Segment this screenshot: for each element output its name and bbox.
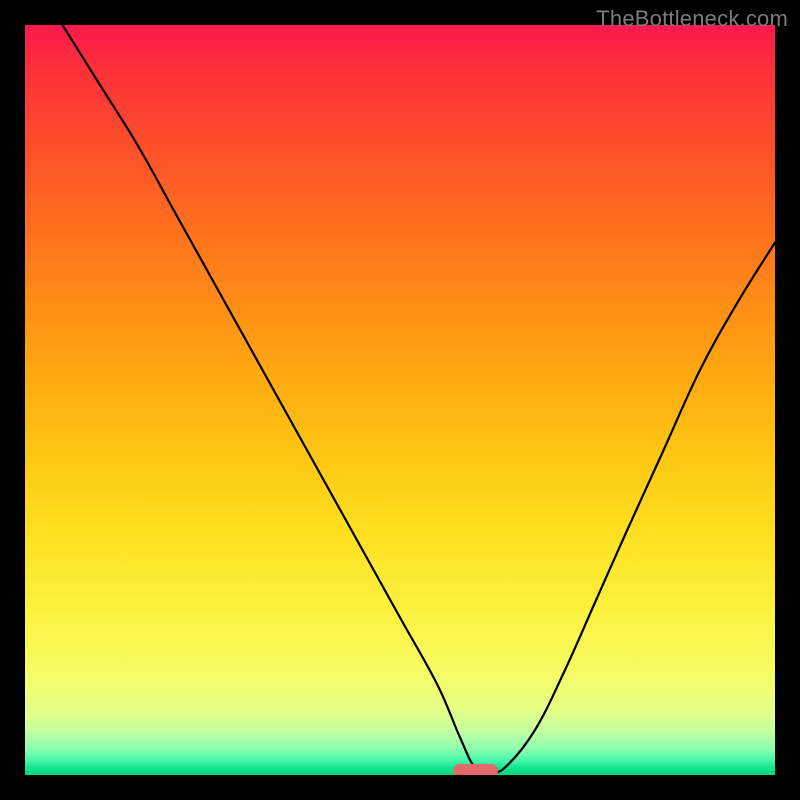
bottleneck-curve [25, 25, 775, 775]
minimum-marker [453, 764, 498, 775]
chart-frame: TheBottleneck.com [0, 0, 800, 800]
watermark-text: TheBottleneck.com [596, 6, 788, 32]
plot-area [25, 25, 775, 775]
